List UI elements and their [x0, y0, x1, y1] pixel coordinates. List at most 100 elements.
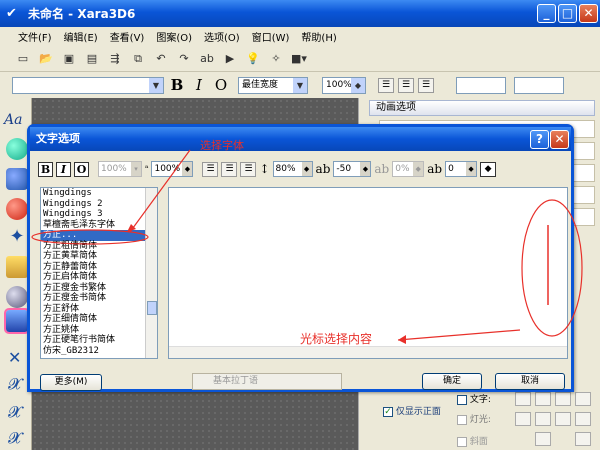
- minimize-button[interactable]: _: [537, 4, 556, 23]
- clock-tool-icon[interactable]: [6, 286, 28, 308]
- diamond-icon[interactable]: ◆: [480, 161, 497, 177]
- save-icon[interactable]: ▣: [60, 50, 78, 68]
- swirl-tool-icon-3[interactable]: 𝓧: [8, 428, 21, 448]
- bevel-checkbox[interactable]: [457, 436, 467, 447]
- width-combo[interactable]: 最佳宽度 ▼: [238, 76, 308, 94]
- export-icon[interactable]: ▤: [83, 50, 101, 68]
- play-icon[interactable]: ▶: [221, 50, 239, 68]
- sphere-tool-icon[interactable]: [6, 198, 28, 220]
- dialog-help-button[interactable]: ?: [530, 130, 549, 149]
- font-list-item[interactable]: 方正瘦金书简体: [41, 293, 157, 304]
- new-file-icon[interactable]: ▭: [14, 50, 32, 68]
- bevel-option[interactable]: 斜面: [457, 434, 488, 447]
- color-tool-icon[interactable]: [6, 138, 28, 160]
- dialog-close-button[interactable]: ✕: [550, 130, 569, 149]
- redo-icon[interactable]: ↷: [175, 50, 193, 68]
- align-right-icon[interactable]: ☰: [418, 77, 434, 93]
- font-list-item[interactable]: 方正启体简体: [41, 272, 157, 283]
- font-list-item[interactable]: 方正粗倩简体: [41, 241, 157, 252]
- rotate-icon[interactable]: [515, 412, 531, 426]
- font-list-item[interactable]: 方正静蕾简体: [41, 262, 157, 273]
- menu-help[interactable]: 帮助(H): [301, 29, 336, 44]
- text-option[interactable]: 文字:: [457, 392, 491, 405]
- menu-edit[interactable]: 编辑(E): [64, 29, 98, 44]
- text-icon[interactable]: ab: [198, 50, 216, 68]
- rotate-icon[interactable]: [535, 412, 551, 426]
- cancel-button[interactable]: 取消: [495, 373, 565, 390]
- dialog-italic-button[interactable]: I: [56, 161, 71, 177]
- copy-icon[interactable]: ⧉: [129, 50, 147, 68]
- font-list-item[interactable]: 方正...: [41, 230, 157, 241]
- rotate-icon[interactable]: [535, 432, 551, 446]
- show-front-checkbox[interactable]: ✓: [383, 406, 393, 417]
- font-list-item[interactable]: 方正舒体: [41, 304, 157, 315]
- menu-view[interactable]: 查看(V): [110, 29, 145, 44]
- image-tool-icon[interactable]: [6, 256, 28, 278]
- scroll-thumb[interactable]: [147, 301, 157, 315]
- light-checkbox[interactable]: [457, 414, 467, 425]
- outline-button[interactable]: O: [212, 76, 230, 94]
- text-hscrollbar[interactable]: [169, 346, 567, 358]
- rotate-icon[interactable]: [535, 392, 551, 406]
- extra-field[interactable]: [456, 76, 506, 94]
- close-button[interactable]: ✕: [579, 4, 598, 23]
- dropdown-icon[interactable]: ■▾: [290, 50, 308, 68]
- rotate-icon[interactable]: [515, 392, 531, 406]
- more-button[interactable]: 更多(M): [40, 374, 102, 391]
- dialog-align-left-icon[interactable]: ☰: [202, 161, 219, 177]
- menu-pattern[interactable]: 图案(O): [156, 29, 192, 44]
- font-list-item[interactable]: Wingdings 2: [41, 199, 157, 210]
- dialog-align-center-icon[interactable]: ☰: [221, 161, 238, 177]
- rotate-icon[interactable]: [555, 392, 571, 406]
- font-list-item[interactable]: Wingdings 3: [41, 209, 157, 220]
- undo-icon[interactable]: ↶: [152, 50, 170, 68]
- font-list[interactable]: Wingdings Wingdings 2 Wingdings 3 草檀斋毛泽东字体方…: [40, 187, 158, 359]
- swirl-tool-icon-2[interactable]: 𝓧: [8, 402, 21, 422]
- align-left-icon[interactable]: ☰: [378, 77, 394, 93]
- extra-field-2[interactable]: [514, 76, 564, 94]
- italic-button[interactable]: I: [190, 76, 208, 94]
- dialog-outline-button[interactable]: O: [74, 161, 89, 177]
- wand-icon[interactable]: ✧: [267, 50, 285, 68]
- menu-window[interactable]: 窗口(W): [252, 29, 290, 44]
- rotate-icon[interactable]: [575, 412, 591, 426]
- dialog-align-right-icon[interactable]: ☰: [240, 161, 257, 177]
- rotate-icon[interactable]: [555, 412, 571, 426]
- font-list-item[interactable]: 方正瘦金书繁体: [41, 283, 157, 294]
- text-checkbox[interactable]: [457, 394, 467, 405]
- open-folder-icon[interactable]: 📂: [37, 50, 55, 68]
- rotate-icon[interactable]: [575, 432, 591, 446]
- zoom-spin[interactable]: 100% ◆: [322, 76, 366, 94]
- x-tool-icon[interactable]: ✕: [8, 348, 21, 367]
- star-tool-icon[interactable]: ✦: [6, 226, 28, 248]
- ok-button[interactable]: 确定: [422, 373, 482, 390]
- import-icon[interactable]: ⇶: [106, 50, 124, 68]
- light-option[interactable]: 灯光:: [457, 412, 491, 425]
- text-tool-icon[interactable]: Aa: [4, 112, 22, 128]
- font-list-item[interactable]: Wingdings: [41, 188, 157, 199]
- kerning-spin[interactable]: 0 ◆: [445, 161, 478, 177]
- font-list-item[interactable]: 方正硬笔行书简体: [41, 335, 157, 346]
- width-spin[interactable]: 100% ◆: [151, 161, 194, 177]
- light-bulb-icon[interactable]: 💡: [244, 50, 262, 68]
- maximize-button[interactable]: □: [558, 4, 577, 23]
- rotate-icon[interactable]: [575, 392, 591, 406]
- font-list-item[interactable]: 仿宋_GB2312: [41, 346, 157, 357]
- font-list-item[interactable]: 方正细倩简体: [41, 314, 157, 325]
- dialog-bold-button[interactable]: B: [38, 161, 53, 177]
- swirl-tool-icon[interactable]: 𝓧: [8, 374, 21, 394]
- align-center-icon[interactable]: ☰: [398, 77, 414, 93]
- menu-options[interactable]: 选项(O): [204, 29, 240, 44]
- font-list-item[interactable]: 方正姚体: [41, 325, 157, 336]
- shape-tool-icon[interactable]: [6, 168, 28, 190]
- show-front-option[interactable]: ✓ 仅显示正面: [383, 404, 443, 417]
- cube-tool-icon[interactable]: [4, 308, 30, 334]
- font-list-scrollbar[interactable]: [145, 188, 157, 358]
- bold-button[interactable]: B: [168, 76, 186, 94]
- font-list-item[interactable]: 草檀斋毛泽东字体: [41, 220, 157, 231]
- line-spacing-spin[interactable]: 80% ◆: [272, 161, 313, 177]
- char-spacing-spin[interactable]: -50 ◆: [333, 161, 372, 177]
- font-combo[interactable]: ▼: [12, 76, 164, 94]
- menu-file[interactable]: 文件(F): [18, 29, 52, 44]
- font-list-item[interactable]: 方正黄草简体: [41, 251, 157, 262]
